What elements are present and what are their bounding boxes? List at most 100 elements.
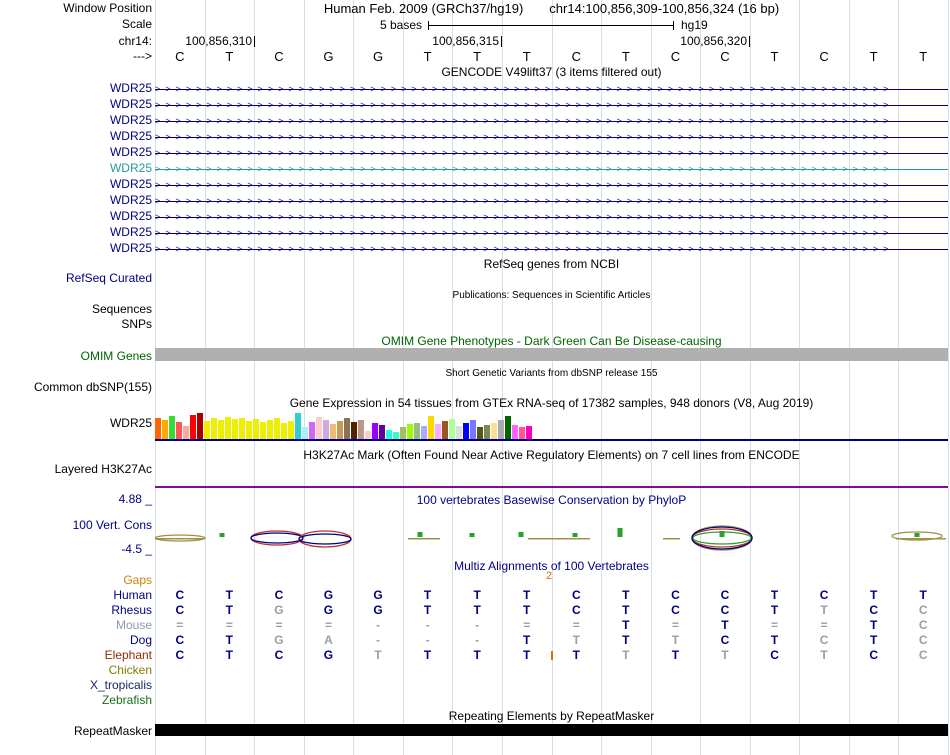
gtex-tissue-bar xyxy=(428,416,434,439)
gene-label[interactable]: WDR25 xyxy=(110,146,152,159)
gene-label[interactable]: WDR25 xyxy=(110,194,152,207)
alignment-base: = xyxy=(275,618,283,632)
insertion-tick xyxy=(551,651,553,660)
gtex-tissue-bar xyxy=(498,420,504,439)
conservation-track-label[interactable]: 100 Vert. Cons xyxy=(73,519,152,532)
gene-direction-arrows[interactable]: >>>>>>>>>>>>>>>>>>>>>>>>>>>>>>>>>>>>>>>>… xyxy=(155,194,948,209)
gtex-tissue-bar xyxy=(281,423,287,439)
species-label[interactable]: Mouse xyxy=(116,619,152,632)
species-label[interactable]: Chicken xyxy=(109,664,152,677)
conservation-baseline-dash xyxy=(408,538,440,540)
repeatmasker-track-label[interactable]: RepeatMasker xyxy=(74,725,152,738)
alignment-base: T xyxy=(721,618,729,632)
gene-direction-arrows[interactable]: >>>>>>>>>>>>>>>>>>>>>>>>>>>>>>>>>>>>>>>>… xyxy=(155,226,948,241)
alignment-base: C xyxy=(175,633,185,647)
gtex-tissue-bar xyxy=(225,417,231,439)
sequences-track-label[interactable]: Sequences xyxy=(92,303,152,316)
gene-direction-arrows[interactable]: >>>>>>>>>>>>>>>>>>>>>>>>>>>>>>>>>>>>>>>>… xyxy=(155,210,948,225)
omim-track-label[interactable]: OMIM Genes xyxy=(81,350,152,363)
scale-tick-right xyxy=(673,21,674,30)
alignment-base: T xyxy=(473,588,481,602)
gene-label[interactable]: WDR25 xyxy=(110,82,152,95)
snps-track-label[interactable]: SNPs xyxy=(121,318,152,331)
gene-label[interactable]: WDR25 xyxy=(110,226,152,239)
species-label[interactable]: Zebrafish xyxy=(102,694,152,707)
alignment-base: C xyxy=(720,603,730,617)
gene-direction-arrows[interactable]: >>>>>>>>>>>>>>>>>>>>>>>>>>>>>>>>>>>>>>>>… xyxy=(155,98,948,113)
gene-label[interactable]: WDR25 xyxy=(110,242,152,255)
conservation-lens-arc xyxy=(691,526,753,550)
gene-direction-arrows[interactable]: >>>>>>>>>>>>>>>>>>>>>>>>>>>>>>>>>>>>>>>>… xyxy=(155,162,948,177)
gtex-tissue-bar xyxy=(162,420,168,439)
conservation-score-bar xyxy=(518,532,524,537)
species-label[interactable]: Human xyxy=(113,589,152,602)
alignment-base: G xyxy=(323,648,334,662)
gene-direction-arrows[interactable]: >>>>>>>>>>>>>>>>>>>>>>>>>>>>>>>>>>>>>>>>… xyxy=(155,82,948,97)
alignment-base: T xyxy=(225,633,234,647)
alignment-base: C xyxy=(175,648,185,662)
h3k27ac-track-header: H3K27Ac Mark (Often Found Near Active Re… xyxy=(303,448,800,462)
ruler-tick-mark xyxy=(254,36,255,47)
species-label[interactable]: Rhesus xyxy=(111,604,152,617)
alignment-base: T xyxy=(423,588,432,602)
alignment-base: C xyxy=(918,603,928,617)
alignment-base: - xyxy=(425,633,430,647)
species-label[interactable]: X_tropicalis xyxy=(90,679,152,692)
alignment-base: A xyxy=(324,633,333,647)
ruler-tick-mark xyxy=(501,36,502,47)
h3k27ac-track-label[interactable]: Layered H3K27Ac xyxy=(55,463,152,476)
ruler-tick-label: 100,856,310 xyxy=(185,34,252,48)
conservation-plot xyxy=(155,525,946,551)
genome-browser-view: Human Feb. 2009 (GRCh37/hg19) chr14:100,… xyxy=(0,0,950,755)
gene-label[interactable]: WDR25 xyxy=(110,162,152,175)
gene-direction-arrows[interactable]: >>>>>>>>>>>>>>>>>>>>>>>>>>>>>>>>>>>>>>>>… xyxy=(155,242,948,257)
gtex-tissue-bar xyxy=(456,426,462,439)
alignment-base: C xyxy=(274,648,284,662)
omim-gene-bar[interactable] xyxy=(155,348,948,361)
alignment-base: T xyxy=(225,588,234,602)
gene-label[interactable]: WDR25 xyxy=(110,210,152,223)
gene-label[interactable]: WDR25 xyxy=(110,98,152,111)
dbsnp-track-label[interactable]: Common dbSNP(155) xyxy=(34,381,152,394)
gtex-tissue-bar xyxy=(316,417,322,439)
conservation-baseline-dash xyxy=(663,538,680,540)
alignment-base: T xyxy=(622,588,630,602)
alignment-base: = xyxy=(324,618,332,632)
gene-direction-arrows[interactable]: >>>>>>>>>>>>>>>>>>>>>>>>>>>>>>>>>>>>>>>>… xyxy=(155,146,948,161)
conservation-score-bar xyxy=(719,531,725,537)
h3k27ac-signal-line xyxy=(155,486,948,488)
sequence-base: C xyxy=(720,49,730,64)
gtex-tissue-bar xyxy=(309,422,315,439)
conservation-score-bar xyxy=(469,533,475,537)
alignment-base: = xyxy=(820,618,828,632)
alignment-base: T xyxy=(225,648,234,662)
gene-direction-arrows[interactable]: >>>>>>>>>>>>>>>>>>>>>>>>>>>>>>>>>>>>>>>>… xyxy=(155,130,948,145)
gtex-tissue-bar xyxy=(442,421,448,439)
repeatmasker-element-bar[interactable] xyxy=(155,724,948,736)
gtex-tissue-bar xyxy=(344,418,350,439)
publications-track-header: Publications: Sequences in Scientific Ar… xyxy=(452,290,651,301)
conservation-baseline-dash xyxy=(155,538,205,540)
gtex-tissue-bar xyxy=(435,424,441,439)
gene-label[interactable]: WDR25 xyxy=(110,130,152,143)
alignment-base: T xyxy=(919,588,927,602)
alignment-base: T xyxy=(523,633,531,647)
alignment-base: T xyxy=(820,603,828,617)
gtex-tissue-bar xyxy=(449,419,455,439)
window-title-row: Human Feb. 2009 (GRCh37/hg19) chr14:100,… xyxy=(155,2,948,16)
gene-direction-arrows[interactable]: >>>>>>>>>>>>>>>>>>>>>>>>>>>>>>>>>>>>>>>>… xyxy=(155,178,948,193)
gtex-tissue-bar xyxy=(197,413,203,439)
gencode-track-header: GENCODE V49lift37 (3 items filtered out) xyxy=(441,65,662,79)
alignment-base: = xyxy=(572,618,580,632)
alignment-base: C xyxy=(770,648,779,662)
gene-direction-arrows[interactable]: >>>>>>>>>>>>>>>>>>>>>>>>>>>>>>>>>>>>>>>>… xyxy=(155,114,948,129)
species-label[interactable]: Elephant xyxy=(105,649,152,662)
alignment-base: T xyxy=(869,618,878,632)
refseq-curated-track-label[interactable]: RefSeq Curated xyxy=(66,272,152,285)
gtex-tissue-bar xyxy=(274,418,280,439)
gene-label[interactable]: WDR25 xyxy=(110,178,152,191)
gtex-gene-label[interactable]: WDR25 xyxy=(110,417,152,430)
gene-label[interactable]: WDR25 xyxy=(110,114,152,127)
species-label[interactable]: Gaps xyxy=(123,574,152,587)
species-label[interactable]: Dog xyxy=(130,634,152,647)
